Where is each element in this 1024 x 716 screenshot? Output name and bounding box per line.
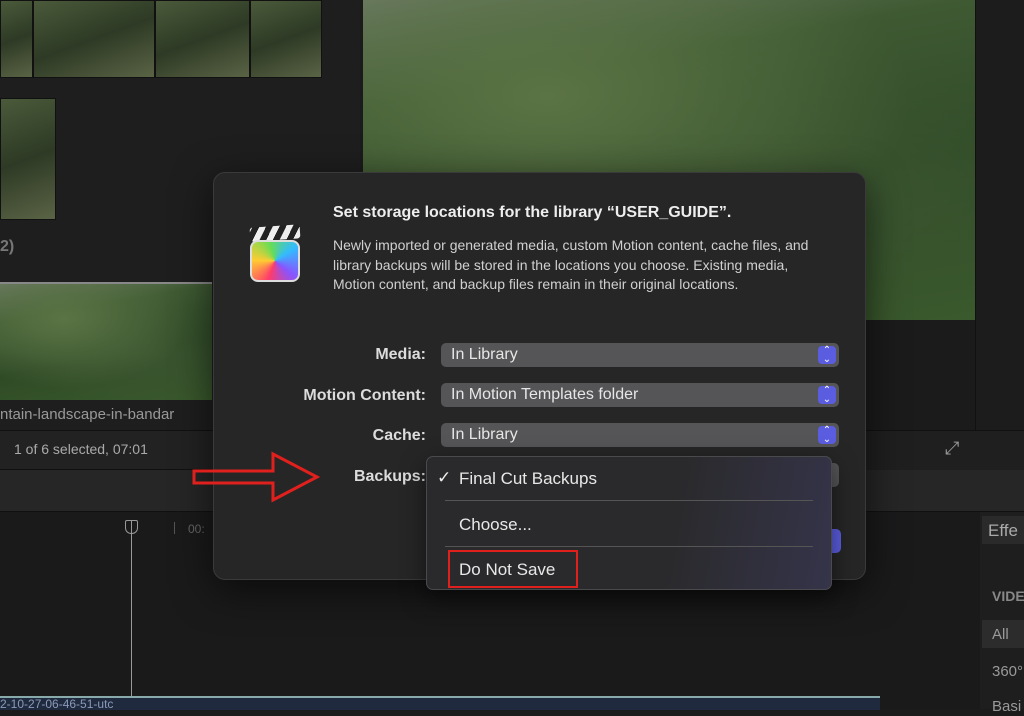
- motion-content-value: In Motion Templates folder: [451, 386, 639, 403]
- selection-status: 1 of 6 selected, 07:01: [14, 441, 148, 457]
- effects-item-label: All: [992, 626, 1009, 643]
- menu-item-choose[interactable]: Choose...: [459, 515, 532, 535]
- effects-tab[interactable]: Effe: [982, 516, 1024, 544]
- ruler-label: 00:: [188, 522, 205, 536]
- checkmark-icon: ✓: [437, 468, 452, 487]
- effects-item[interactable]: Basi: [992, 698, 1021, 715]
- playhead-handle[interactable]: [125, 520, 138, 534]
- clip-name: ntain-landscape-in-bandar: [0, 406, 175, 423]
- effects-section: VIDE: [992, 588, 1024, 604]
- selected-clip-filmstrip[interactable]: [0, 282, 212, 400]
- media-value: In Library: [451, 346, 518, 363]
- final-cut-pro-icon: [248, 224, 302, 284]
- cache-popup[interactable]: In Library ⌃ ⌄: [441, 423, 839, 447]
- menu-item-final-cut-backups[interactable]: Final Cut Backups: [459, 469, 597, 489]
- backups-label: Backups:: [353, 468, 426, 485]
- media-label: Media:: [375, 346, 426, 363]
- updown-chevron-icon: ⌃ ⌄: [818, 386, 836, 405]
- motion-content-popup[interactable]: In Motion Templates folder ⌃ ⌄: [441, 383, 839, 407]
- annotation-arrow-icon: [192, 451, 321, 503]
- updown-chevron-icon: ⌃ ⌄: [818, 426, 836, 445]
- annotation-highlight-box: [448, 550, 578, 588]
- updown-chevron-icon: ⌃ ⌄: [818, 346, 836, 365]
- menu-separator: [445, 500, 813, 501]
- clip-thumbnail[interactable]: [0, 98, 56, 220]
- ruler-tick: [174, 522, 175, 534]
- dialog-body: Newly imported or generated media, custo…: [333, 237, 809, 292]
- motion-content-label: Motion Content:: [303, 387, 426, 404]
- cache-label: Cache:: [372, 427, 426, 444]
- menu-separator: [445, 546, 813, 547]
- clip-thumbnail[interactable]: [33, 0, 155, 78]
- clip-thumbnail[interactable]: [250, 0, 322, 78]
- viewer-sidebar: [975, 0, 1024, 430]
- dialog-title: Set storage locations for the library “U…: [333, 204, 732, 221]
- playhead[interactable]: [131, 520, 132, 709]
- clip-thumbnail[interactable]: [155, 0, 250, 78]
- timeline-clip[interactable]: 2-10-27-06-46-51-utc: [0, 696, 880, 711]
- group-label: 2): [0, 238, 15, 255]
- effects-title: Effe: [988, 521, 1018, 540]
- clip-thumbnail[interactable]: [0, 0, 33, 78]
- effects-browser: Effe VIDE All 360° Basi: [980, 512, 1024, 715]
- fullscreen-icon[interactable]: ⤢: [945, 438, 959, 459]
- effects-item-all[interactable]: All: [982, 620, 1024, 648]
- media-popup[interactable]: In Library ⌃ ⌄: [441, 343, 839, 367]
- cache-value: In Library: [451, 426, 518, 443]
- effects-item[interactable]: 360°: [992, 663, 1023, 680]
